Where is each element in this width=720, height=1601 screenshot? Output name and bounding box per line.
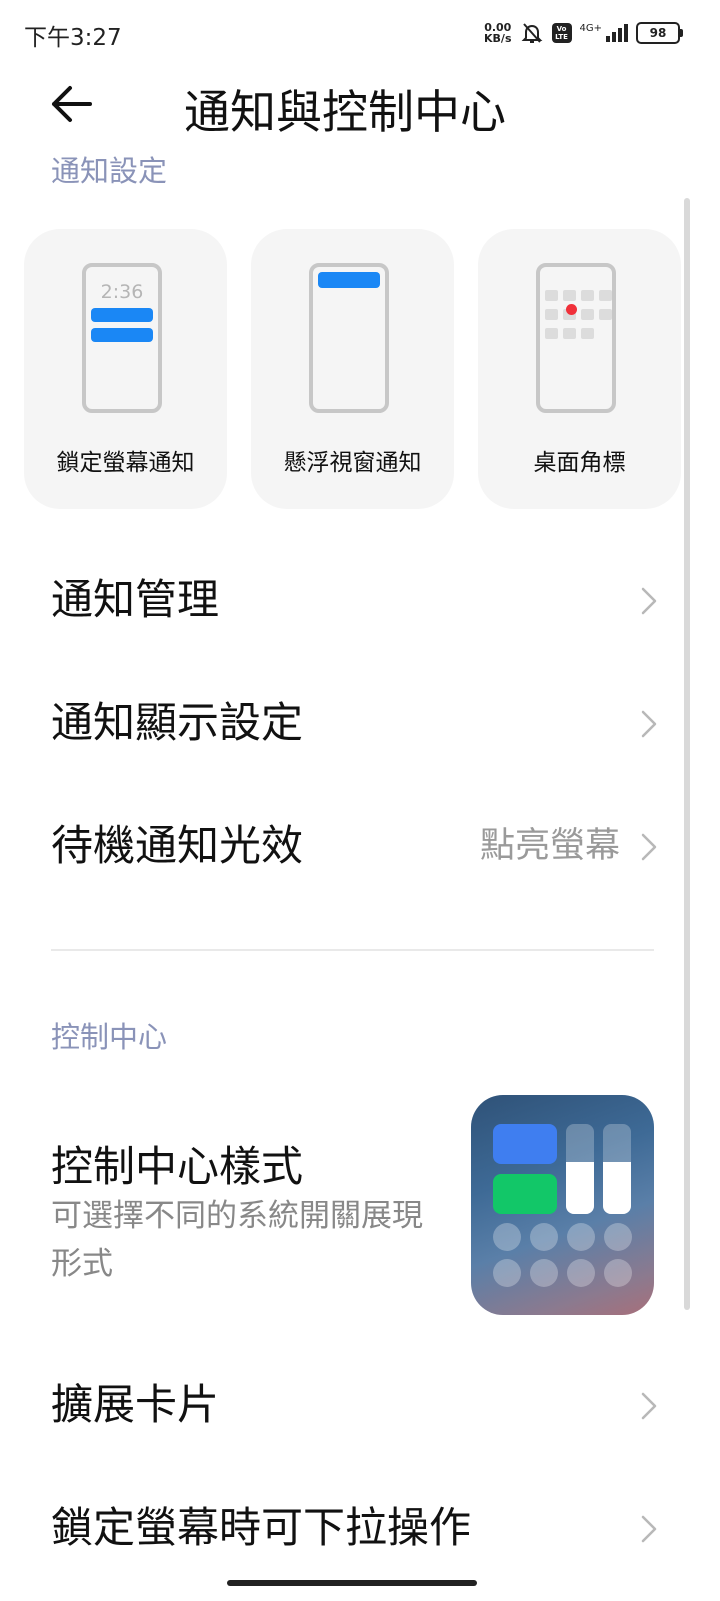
toggle-dot-icon — [604, 1223, 632, 1251]
row-title: 通知管理 — [51, 575, 220, 624]
section-label-notification-settings: 通知設定 — [51, 154, 168, 188]
status-time: 下午3:27 — [24, 25, 122, 51]
toggle-dot-icon — [567, 1259, 595, 1287]
page-title: 通知與控制中心 — [184, 85, 506, 139]
row-standby-light-effect[interactable]: 待機通知光效 點亮螢幕 — [0, 791, 720, 901]
row-subtitle: 可選擇不同的系統開關展現形式 — [51, 1198, 423, 1282]
preview-time: 2:36 — [100, 281, 144, 303]
phone-preview-icon — [536, 263, 616, 413]
row-value: 點亮螢幕 — [479, 826, 620, 866]
signal-icon: 4G+ — [579, 23, 628, 42]
toggle-dot-icon — [493, 1259, 521, 1287]
card-app-icon-badge[interactable]: 桌面角標 — [478, 229, 681, 509]
signal-bar — [606, 36, 610, 42]
row-expand-cards[interactable]: 擴展卡片 — [0, 1350, 720, 1460]
app-icon — [545, 290, 558, 301]
toggle-dot-icon — [530, 1223, 558, 1251]
slider-fill — [603, 1162, 631, 1214]
chevron-right-icon — [641, 833, 657, 861]
toggle-tile-icon — [493, 1124, 557, 1164]
card-label: 桌面角標 — [533, 450, 626, 476]
toggle-tile-icon — [493, 1174, 557, 1214]
slider-track-icon — [566, 1124, 594, 1214]
chevron-right-icon — [641, 587, 657, 615]
control-center-preview-image[interactable] — [471, 1095, 654, 1315]
network-speed: 0.00 KB/s — [484, 22, 511, 44]
toggle-dot-icon — [493, 1223, 521, 1251]
toggle-dot-icon — [604, 1259, 632, 1287]
scrollbar[interactable] — [684, 198, 690, 1310]
app-icon — [599, 309, 612, 320]
row-title: 控制中心樣式 — [51, 1142, 304, 1191]
signal-bar — [624, 24, 628, 42]
phone-preview-icon: 2:36 — [82, 263, 162, 413]
section-label-control-center: 控制中心 — [51, 1020, 168, 1054]
status-icons: 0.00 KB/s Vo LTE 4G+ 98 — [484, 18, 683, 48]
app-icon — [563, 290, 576, 301]
row-notification-management[interactable]: 通知管理 — [0, 545, 720, 655]
volte-top: Vo — [556, 25, 567, 33]
app-icon — [581, 290, 594, 301]
card-lock-screen-notification[interactable]: 2:36 鎖定螢幕通知 — [24, 229, 227, 509]
toggle-dot-icon — [530, 1259, 558, 1287]
chevron-right-icon — [641, 710, 657, 738]
row-notification-display-settings[interactable]: 通知顯示設定 — [0, 668, 720, 778]
card-label: 鎖定螢幕通知 — [56, 450, 195, 476]
app-icon — [581, 328, 594, 339]
chevron-right-icon — [641, 1392, 657, 1420]
bell-muted-icon — [521, 23, 542, 43]
row-title: 鎖定螢幕時可下拉操作 — [51, 1503, 472, 1552]
battery-icon: 98 — [636, 22, 683, 44]
floating-banner-icon — [318, 272, 380, 288]
row-title: 通知顯示設定 — [51, 698, 304, 747]
row-title: 待機通知光效 — [51, 821, 304, 870]
card-label: 懸浮視窗通知 — [283, 450, 422, 476]
badge-dot-icon — [566, 304, 577, 315]
divider — [51, 949, 654, 951]
chevron-right-icon — [641, 1515, 657, 1543]
network-type: 4G+ — [579, 23, 603, 34]
signal-bar — [612, 32, 616, 42]
volte-bottom: LTE — [555, 33, 568, 41]
toggle-dot-icon — [567, 1223, 595, 1251]
volte-icon: Vo LTE — [551, 23, 572, 43]
app-icon — [545, 309, 558, 320]
notification-banner-icon — [91, 308, 153, 322]
home-indicator[interactable] — [227, 1580, 477, 1586]
network-speed-unit: KB/s — [484, 32, 512, 45]
notification-banner-icon — [91, 328, 153, 342]
phone-preview-icon — [309, 263, 389, 413]
status-bar: 下午3:27 0.00 KB/s Vo LTE 4G+ 98 — [0, 0, 720, 66]
back-arrow-icon[interactable] — [46, 80, 100, 128]
app-icon — [581, 309, 594, 320]
app-icon — [599, 290, 612, 301]
app-icon — [545, 328, 558, 339]
signal-bar — [618, 28, 622, 42]
battery-level: 98 — [649, 26, 667, 40]
header: 通知與控制中心 — [0, 66, 720, 146]
slider-track-icon — [603, 1124, 631, 1214]
row-lock-screen-pulldown[interactable]: 鎖定螢幕時可下拉操作 — [0, 1473, 720, 1583]
app-icon — [563, 328, 576, 339]
card-floating-notification[interactable]: 懸浮視窗通知 — [251, 229, 454, 509]
slider-fill — [566, 1162, 594, 1214]
row-title: 擴展卡片 — [51, 1380, 220, 1429]
